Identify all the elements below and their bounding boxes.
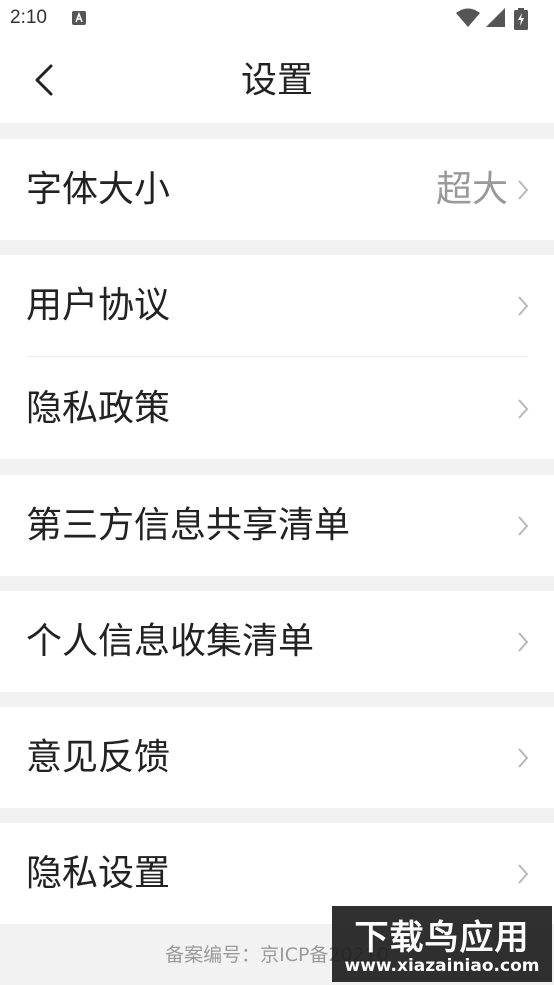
cellular-signal-icon [486, 8, 505, 27]
feedback-row[interactable]: 意见反馈 [0, 707, 554, 808]
divider [26, 356, 528, 357]
status-time: 2:10 [10, 7, 47, 28]
watermark-main-text: 下载鸟应用 [354, 918, 530, 958]
chevron-right-icon [518, 632, 529, 652]
settings-group-feedback: 意见反馈 [0, 707, 554, 808]
privacy-policy-row[interactable]: 隐私政策 [0, 358, 554, 459]
chevron-right-icon [518, 864, 529, 884]
feedback-label: 意见反馈 [26, 737, 171, 778]
navigation-bar: 设置 [0, 38, 554, 123]
third-party-sharing-list-label: 第三方信息共享清单 [26, 505, 351, 546]
settings-group-third-party: 第三方信息共享清单 [0, 475, 554, 576]
status-bar: 2:10 [0, 0, 554, 38]
privacy-policy-label: 隐私政策 [26, 388, 171, 429]
watermark-url: www.xiazainiao.com [344, 956, 540, 976]
chevron-right-icon [518, 296, 529, 316]
third-party-sharing-list-row[interactable]: 第三方信息共享清单 [0, 475, 554, 576]
settings-group-personal-info: 个人信息收集清单 [0, 591, 554, 692]
chevron-right-icon [518, 748, 529, 768]
font-size-row[interactable]: 字体大小 超大 [0, 139, 554, 240]
status-icons [456, 8, 546, 30]
watermark-logo: 下载鸟应用 www.xiazainiao.com [332, 906, 552, 982]
wifi-icon [456, 8, 480, 27]
font-size-label: 字体大小 [26, 169, 171, 210]
settings-group-agreements: 用户协议 隐私政策 [0, 255, 554, 459]
page-title: 设置 [240, 60, 313, 101]
privacy-settings-label: 隐私设置 [26, 853, 171, 894]
chevron-right-icon [518, 399, 529, 419]
user-agreement-label: 用户协议 [26, 285, 171, 326]
battery-icon [514, 8, 528, 30]
user-agreement-row[interactable]: 用户协议 [0, 255, 554, 356]
settings-group-font: 字体大小 超大 [0, 139, 554, 240]
chevron-right-icon [518, 516, 529, 536]
accessibility-notification-icon [72, 11, 86, 25]
personal-info-collection-list-label: 个人信息收集清单 [26, 621, 315, 662]
chevron-right-icon [518, 180, 529, 200]
personal-info-collection-list-row[interactable]: 个人信息收集清单 [0, 591, 554, 692]
font-size-value: 超大 [435, 169, 508, 210]
